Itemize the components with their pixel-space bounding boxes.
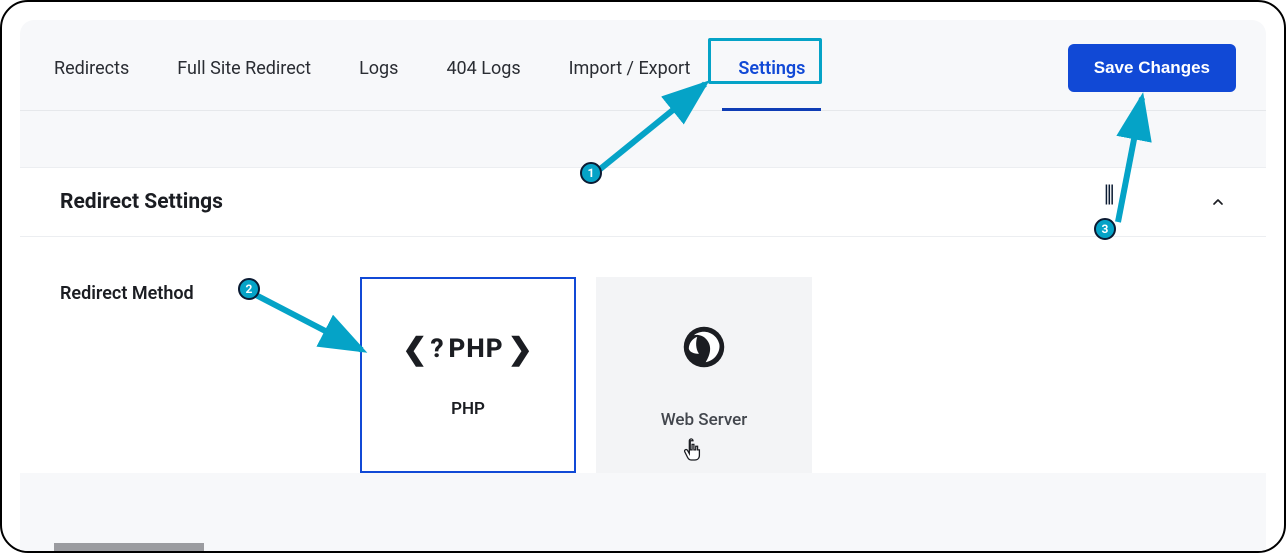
app-frame: Redirects Full Site Redirect Logs 404 Lo… <box>0 0 1286 553</box>
method-cards: ❮? PHP ❯ PHP <box>360 277 812 473</box>
method-card-php-label: PHP <box>451 399 485 419</box>
redirect-settings-panel: Redirect Settings Redirect Method ❮? PHP… <box>20 167 1266 473</box>
bottom-edge-strip <box>54 543 204 551</box>
save-changes-button[interactable]: Save Changes <box>1068 44 1236 92</box>
redirect-method-label: Redirect Method <box>60 277 330 473</box>
method-card-web-server[interactable]: Web Server <box>596 277 812 473</box>
method-card-web-server-label: Web Server <box>661 410 748 430</box>
chevron-up-icon <box>1210 194 1226 210</box>
php-code-icon: ❮? PHP ❯ <box>402 332 533 367</box>
tab-import-export[interactable]: Import / Export <box>565 52 695 85</box>
tab-logs[interactable]: Logs <box>355 52 402 85</box>
tab-redirects[interactable]: Redirects <box>50 52 133 85</box>
tab-full-site-redirect[interactable]: Full Site Redirect <box>173 52 315 85</box>
app-inner: Redirects Full Site Redirect Logs 404 Lo… <box>20 20 1266 551</box>
php-icon-text: PHP <box>449 334 504 364</box>
tab-list: Redirects Full Site Redirect Logs 404 Lo… <box>50 52 809 85</box>
globe-icon <box>677 320 731 378</box>
method-card-php[interactable]: ❮? PHP ❯ PHP <box>360 277 576 473</box>
panel-header[interactable]: Redirect Settings <box>20 168 1266 237</box>
tab-settings[interactable]: Settings <box>734 52 809 85</box>
tab-404-logs[interactable]: 404 Logs <box>442 52 524 85</box>
panel-title: Redirect Settings <box>60 190 223 214</box>
panel-body: Redirect Method ❮? PHP ❯ PHP <box>20 237 1266 473</box>
topbar: Redirects Full Site Redirect Logs 404 Lo… <box>20 20 1266 111</box>
